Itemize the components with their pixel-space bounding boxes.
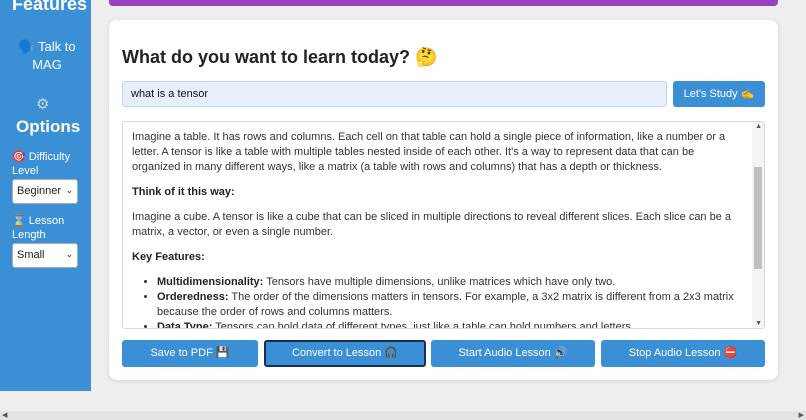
scroll-up-arrow-icon[interactable]: ▲ (755, 123, 762, 130)
lesson-length-select[interactable]: Small ⌄ (12, 243, 78, 268)
chevron-down-icon: ⌄ (65, 249, 73, 259)
scroll-thumb[interactable] (754, 167, 762, 269)
stop-audio-lesson-button[interactable]: Stop Audio Lesson ⛔ (601, 340, 765, 367)
list-item: Orderedness: The order of the dimensions… (157, 290, 744, 320)
scroll-left-arrow-icon[interactable]: ◀ (2, 411, 7, 419)
save-to-pdf-button[interactable]: Save to PDF 💾 (122, 340, 258, 367)
search-input[interactable]: what is a tensor (122, 81, 667, 107)
sidebar-features-heading: Features (12, 0, 88, 14)
lesson-length-select-value: Small (17, 249, 45, 261)
lets-study-button[interactable]: Let's Study ✍️ (673, 81, 765, 107)
content-heading: Key Features: (132, 251, 205, 263)
lesson-length-label: ⌛ Lesson Length (12, 215, 65, 241)
talk-to-mag-link[interactable]: 🗣️ Talk to MAG (18, 38, 76, 74)
content-paragraph: Imagine a table. It has rows and columns… (132, 131, 726, 173)
start-audio-lesson-button[interactable]: Start Audio Lesson 🔊 (431, 340, 595, 367)
scroll-right-arrow-icon[interactable]: ▶ (799, 411, 804, 419)
chevron-down-icon: ⌄ (65, 185, 73, 195)
content-scrollbar[interactable]: ▲ ▼ (752, 122, 764, 328)
gear-icon: ⚙ (36, 96, 50, 113)
page-title: What do you want to learn today? 🤔 (122, 47, 438, 67)
options-heading: Options (16, 117, 81, 136)
content-heading: Think of it this way: (132, 186, 235, 198)
lesson-content[interactable]: Imagine a table. It has rows and columns… (122, 121, 765, 329)
difficulty-select[interactable]: Beginner ⌄ (12, 179, 78, 204)
list-item: Multidimensionality: Tensors have multip… (157, 275, 744, 290)
horizontal-scrollbar[interactable]: ◀ ▶ (0, 411, 806, 420)
content-paragraph: Imagine a cube. A tensor is like a cube … (132, 211, 732, 238)
scroll-down-arrow-icon[interactable]: ▼ (755, 320, 762, 327)
list-item: Data Type: Tensors can hold data of diff… (157, 320, 744, 328)
difficulty-label: 🎯 Difficulty Level (12, 151, 71, 177)
accent-bar (109, 0, 778, 6)
sidebar: Features 🗣️ Talk to MAG ⚙ Options 🎯 Diff… (0, 0, 91, 391)
main-card: What do you want to learn today? 🤔 what … (109, 20, 778, 380)
key-features-list: Multidimensionality: Tensors have multip… (157, 275, 744, 328)
convert-to-lesson-button[interactable]: Convert to Lesson 🎧 (264, 340, 426, 367)
difficulty-select-value: Beginner (17, 185, 62, 197)
